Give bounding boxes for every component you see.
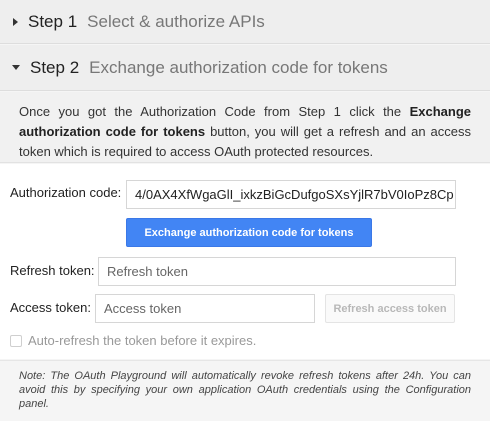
refresh-access-token-button[interactable]: Refresh access token: [325, 294, 455, 323]
step1-number: Step 1: [28, 11, 78, 31]
auto-refresh-label: Auto-refresh the token before it expires…: [28, 333, 257, 348]
exchange-code-button[interactable]: Exchange authorization code for tokens: [126, 218, 372, 247]
step2-number: Step 2: [30, 57, 80, 77]
caret-down-icon: [12, 65, 20, 70]
note-text: Note: The OAuth Playground will automati…: [0, 360, 490, 421]
step2-header[interactable]: Step 2 Exchange authorization code for t…: [0, 45, 490, 91]
token-panel: Authorization code: 4/0AX4XfWgaGlI_ixkzB…: [0, 164, 490, 359]
auto-refresh-checkbox[interactable]: [10, 335, 22, 347]
access-token-input[interactable]: Access token: [95, 294, 315, 323]
step1-title: Select & authorize APIs: [87, 11, 265, 31]
caret-right-icon: [13, 17, 18, 26]
access-token-label: Access token:: [10, 300, 91, 315]
authorization-code-label: Authorization code:: [10, 185, 122, 200]
step2-description: Once you got the Authorization Code from…: [0, 92, 490, 163]
step2-title: Exchange authorization code for tokens: [89, 57, 388, 77]
description-text: Once you got the Authorization Code from…: [19, 104, 410, 119]
refresh-token-label: Refresh token:: [10, 263, 95, 278]
step1-header[interactable]: Step 1 Select & authorize APIs: [0, 0, 490, 44]
authorization-code-input[interactable]: 4/0AX4XfWgaGlI_ixkzBiGcDufgoSXsYjlR7bV0I…: [126, 180, 456, 209]
refresh-token-input[interactable]: Refresh token: [98, 257, 456, 286]
